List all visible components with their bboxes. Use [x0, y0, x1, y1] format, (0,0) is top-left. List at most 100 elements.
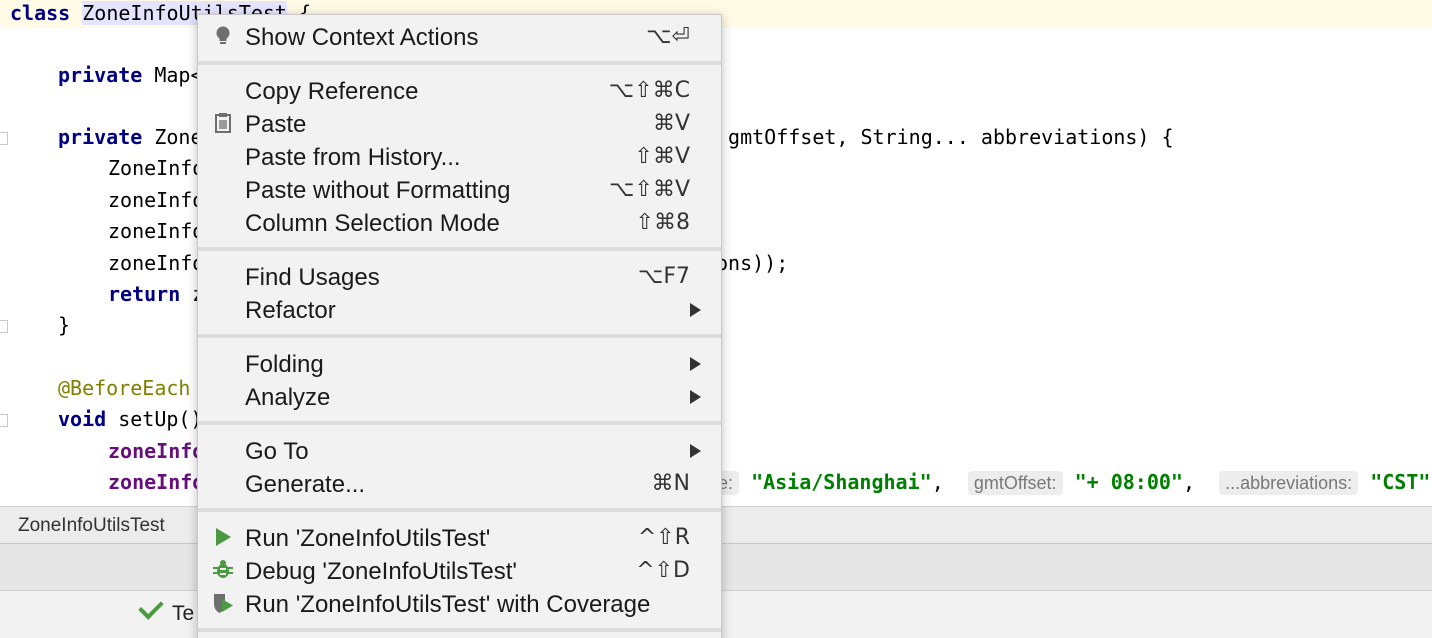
menu-item-label: Paste from History...: [245, 144, 461, 171]
submenu-arrow-icon: [690, 390, 701, 404]
code-line[interactable]: zoneInfo: [108, 185, 204, 216]
code-line[interactable]: void setUp(): [58, 404, 203, 435]
clipboard-icon: [215, 113, 231, 133]
test-status[interactable]: Te: [138, 594, 195, 626]
ide-window: class ZoneInfoUtilsTest { private Map< p…: [0, 0, 1432, 638]
menu-item-analyze[interactable]: Analyze: [198, 380, 721, 413]
menu-item-label: Analyze: [245, 384, 331, 411]
menu-item-run[interactable]: Run 'ZoneInfoUtilsTest' ^⇧R: [198, 521, 721, 554]
menu-item-label: Column Selection Mode: [245, 210, 500, 237]
annotation: @BeforeEach: [58, 376, 191, 400]
menu-item-shortcut: ⇧⌘V: [634, 144, 690, 169]
menu-item-paste-without-formatting[interactable]: Paste without Formatting ⌥⇧⌘V: [198, 173, 721, 206]
code-text: gmtOffset, String... abbreviations) {: [716, 125, 1174, 149]
menu-item-refactor[interactable]: Refactor: [198, 293, 721, 326]
code-line[interactable]: private Zone: [58, 122, 203, 153]
parameter-hint: ...abbreviations:: [1219, 471, 1359, 495]
menu-separator: [198, 628, 721, 632]
code-line[interactable]: ZoneInfo: [108, 153, 204, 184]
menu-item-label: Debug 'ZoneInfoUtilsTest': [245, 558, 517, 585]
code-line[interactable]: }: [58, 310, 70, 341]
code-text: Zone: [142, 125, 203, 149]
code-text: ,: [931, 470, 956, 494]
menu-separator: [198, 247, 721, 251]
code-text: ZoneInfo: [108, 156, 205, 180]
code-line[interactable]: zoneInfo: [108, 467, 204, 498]
code-line[interactable]: zoneInfo: [108, 248, 204, 279]
menu-item-label: Show Context Actions: [245, 24, 479, 51]
code-line[interactable]: zoneInfo: [108, 216, 204, 247]
menu-item-paste-from-history[interactable]: Paste from History... ⇧⌘V: [198, 140, 721, 173]
menu-separator: [198, 508, 721, 512]
menu-separator: [198, 61, 721, 65]
code-text: ,: [1182, 470, 1208, 494]
menu-item-run-with-coverage[interactable]: Run 'ZoneInfoUtilsTest' with Coverage: [198, 587, 721, 620]
fold-marker-icon[interactable]: [0, 132, 8, 145]
menu-item-column-selection-mode[interactable]: Column Selection Mode ⇧⌘8: [198, 206, 721, 239]
keyword: void: [58, 407, 107, 431]
keyword: return: [108, 282, 181, 306]
submenu-arrow-icon: [690, 303, 701, 317]
menu-item-debug[interactable]: Debug 'ZoneInfoUtilsTest' ^⇧D: [198, 554, 721, 587]
menu-item-paste[interactable]: Paste ⌘V: [198, 107, 721, 140]
string-literal: "+ 08:00": [1074, 470, 1183, 494]
code-line[interactable]: e: "Asia/Shanghai", gmtOffset: "+ 08:00"…: [712, 467, 1430, 498]
keyword: class: [10, 1, 71, 25]
field-name: zoneInfo: [108, 470, 205, 494]
code-text: zoneInfo: [108, 219, 205, 243]
menu-item-label: Folding: [245, 351, 324, 378]
menu-item-label: Refactor: [245, 297, 336, 324]
coverage-icon: [214, 594, 233, 613]
menu-item-label: Paste without Formatting: [245, 177, 511, 204]
keyword: private: [58, 63, 143, 87]
menu-item-shortcut: ^⇧D: [636, 558, 690, 583]
menu-item-shortcut: ⌘V: [652, 111, 690, 136]
menu-item-shortcut: ⌥⏎: [646, 24, 690, 49]
code-line[interactable]: private Map<: [58, 60, 203, 91]
menu-item-show-context-actions[interactable]: Show Context Actions ⌥⏎: [198, 20, 721, 53]
menu-item-shortcut: ⌘N: [651, 471, 690, 496]
menu-item-shortcut: ^⇧R: [637, 525, 690, 550]
code-text: ons));: [716, 251, 789, 275]
menu-item-shortcut: ⌥⇧⌘V: [609, 177, 690, 202]
menu-item-label: Run 'ZoneInfoUtilsTest' with Coverage: [245, 591, 651, 618]
menu-item-copy-reference[interactable]: Copy Reference ⌥⇧⌘C: [198, 74, 721, 107]
debug-icon: [213, 560, 233, 578]
keyword: private: [58, 125, 143, 149]
run-icon: [216, 528, 231, 546]
code-line[interactable]: gmtOffset, String... abbreviations) {: [716, 122, 1174, 153]
tool-window-tab[interactable]: ZoneInfoUtilsTest: [18, 515, 165, 537]
menu-item-label: Generate...: [245, 471, 366, 498]
code-line[interactable]: @BeforeEach: [58, 373, 190, 404]
menu-item-label: Find Usages: [245, 264, 380, 291]
menu-item-shortcut: ⇧⌘8: [635, 210, 690, 235]
parameter-hint: gmtOffset:: [967, 471, 1063, 495]
fold-marker-icon[interactable]: [0, 414, 8, 427]
field-name: zoneInfo: [108, 439, 205, 463]
code-line[interactable]: return z: [108, 279, 204, 310]
code-line[interactable]: ons));: [716, 248, 788, 279]
menu-item-find-usages[interactable]: Find Usages ⌥F7: [198, 260, 721, 293]
menu-item-shortcut: ⌥⇧⌘C: [608, 78, 690, 103]
code-text: }: [58, 313, 71, 337]
menu-item-label: Go To: [245, 438, 309, 465]
submenu-arrow-icon: [690, 444, 701, 458]
menu-item-go-to[interactable]: Go To: [198, 434, 721, 467]
menu-item-label: Copy Reference: [245, 78, 419, 105]
code-text: zoneInfo: [108, 188, 205, 212]
code-text: zoneInfo: [108, 251, 205, 275]
code-line[interactable]: zoneInfo: [108, 436, 204, 467]
test-status-label: Te: [172, 602, 195, 625]
fold-marker-icon[interactable]: [0, 320, 8, 333]
menu-separator: [198, 334, 721, 338]
submenu-arrow-icon: [690, 357, 701, 371]
check-icon: [138, 594, 164, 620]
context-menu: Show Context Actions ⌥⏎ Copy Reference ⌥…: [197, 14, 722, 638]
menu-item-folding[interactable]: Folding: [198, 347, 721, 380]
menu-item-label: Paste: [245, 111, 307, 138]
menu-separator: [198, 421, 721, 425]
menu-item-label: Run 'ZoneInfoUtilsTest': [245, 525, 491, 552]
menu-item-shortcut: ⌥F7: [637, 264, 690, 289]
menu-item-generate[interactable]: Generate... ⌘N: [198, 467, 721, 500]
string-literal: "CST": [1370, 470, 1431, 494]
